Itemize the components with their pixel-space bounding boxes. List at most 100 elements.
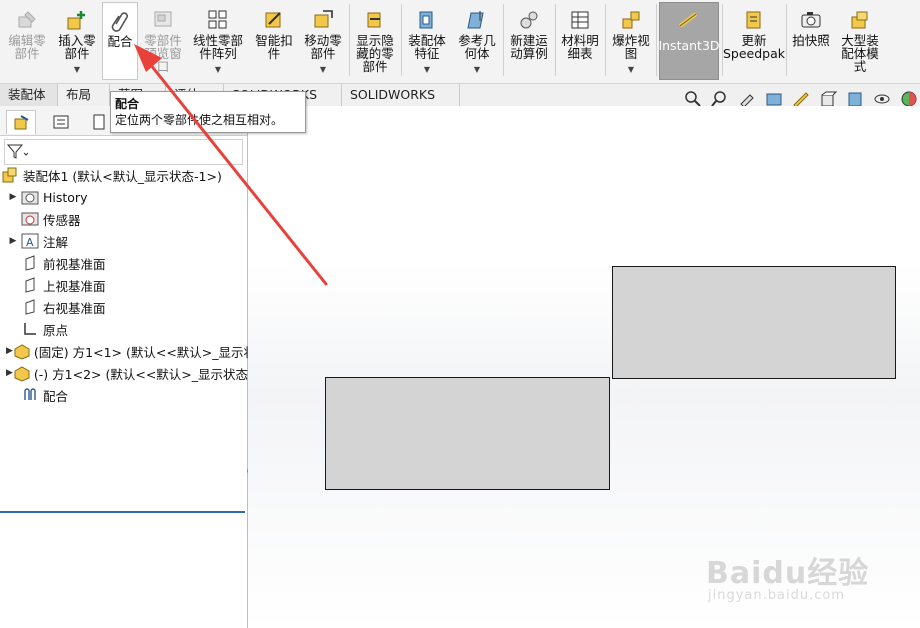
motion-study-icon <box>517 8 541 32</box>
show-hidden-button[interactable]: 显示隐 藏的零 部件 <box>352 2 398 80</box>
tree-item-sensors[interactable]: 传感器 <box>0 208 248 230</box>
chevron-down-icon[interactable]: ▼ <box>74 65 80 74</box>
update-speedpak-button[interactable]: 更新 Speedpak <box>723 2 785 80</box>
expand-arrow-icon[interactable]: ▶ <box>6 236 20 246</box>
preview-window-icon <box>151 8 175 32</box>
smart-fastener-icon <box>262 8 286 32</box>
edit-component-button[interactable]: 编辑零 部件 <box>4 2 50 80</box>
mate-tooltip: 配合 定位两个零部件使之相互相对。 <box>110 91 306 133</box>
snapshot-label: 拍快照 <box>792 33 830 48</box>
plane-icon <box>20 276 40 294</box>
assembly-features-button[interactable]: 装配体 特征 ▼ <box>404 2 450 80</box>
tree-item-label: 上视基准面 <box>43 278 106 294</box>
assembly-feature-icon <box>415 8 439 32</box>
svg-text:A: A <box>26 236 34 249</box>
tooltip-description: 定位两个零部件使之相互相对。 <box>115 113 284 127</box>
tree-item-top-plane[interactable]: 上视基准面 <box>0 274 248 296</box>
large-assembly-icon <box>848 8 872 32</box>
linear-pattern-button[interactable]: 线性零部 件阵列 ▼ <box>190 2 246 80</box>
chevron-down-icon[interactable]: ▼ <box>215 65 221 74</box>
tree-item-label: (-) 方1<2> (默认<<默认>_显示状态 <box>33 366 248 382</box>
mate-button[interactable]: 配合 <box>102 2 138 80</box>
tree-item-label: 前视基准面 <box>43 256 106 272</box>
sensor-icon <box>20 210 40 228</box>
tree-item-part-2[interactable]: ▶ (-) 方1<2> (默认<<默认>_显示状态 <box>0 362 248 384</box>
tab-assembly[interactable]: 装配体 <box>0 84 58 106</box>
component-block-1[interactable] <box>325 377 610 490</box>
linear-pattern-label: 线性零部 件阵列 <box>192 33 243 61</box>
exploded-view-button[interactable]: 爆炸视 图 ▼ <box>608 2 654 80</box>
tree-item-part-1[interactable]: ▶ (固定) 方1<1> (默认<<默认>_显示状 <box>0 340 248 362</box>
tab-layout[interactable]: 布局 <box>58 84 110 106</box>
move-component-icon <box>311 8 335 32</box>
tree-item-label: 右视基准面 <box>43 300 106 316</box>
chevron-down-icon[interactable]: ▼ <box>474 65 480 74</box>
bill-of-materials-label: 材料明 细表 <box>561 33 599 61</box>
tree-item-right-plane[interactable]: 右视基准面 <box>0 296 248 318</box>
tab-solidworks-mbd[interactable]: SOLIDWORKS MBD <box>342 84 460 123</box>
tree-root-label: 装配体1 (默认<默认_显示状态-1>) <box>23 168 222 184</box>
tree-filter[interactable] <box>4 139 243 165</box>
reference-geometry-button[interactable]: 参考几 何体 ▼ <box>454 2 500 80</box>
tree-item-history[interactable]: ▶ History <box>0 186 248 208</box>
watermark-brand: Baidu经验 <box>706 556 870 591</box>
baidu-watermark: Baidu经验 jingyan.baidu.com <box>706 548 906 618</box>
tree-item-annotations[interactable]: ▶ A 注解 <box>0 230 248 252</box>
ribbon-separator <box>349 4 350 76</box>
tree-item-front-plane[interactable]: 前视基准面 <box>0 252 248 274</box>
chevron-down-icon[interactable]: ▼ <box>320 65 326 74</box>
new-motion-study-label: 新建运 动算例 <box>510 33 548 61</box>
bom-icon <box>568 8 592 32</box>
instant3d-button[interactable]: Instant3D <box>658 2 720 80</box>
chevron-down-icon[interactable]: ▼ <box>628 65 634 74</box>
tree-end-marker <box>0 511 245 513</box>
feature-manager-tab-icon[interactable] <box>6 110 36 134</box>
feature-manager-panel: 装配体1 (默认<默认_显示状态-1>) ▶ History 传感器 ▶ A 注… <box>0 106 248 628</box>
ribbon-separator <box>401 4 402 76</box>
assembly-icon <box>0 166 20 184</box>
smart-fasteners-label: 智能扣 件 <box>255 33 293 61</box>
camera-icon <box>799 8 823 32</box>
insert-component-label: 插入零 部件 <box>58 33 96 61</box>
smart-fasteners-button[interactable]: 智能扣 件 <box>252 2 296 80</box>
mate-label: 配合 <box>107 34 133 49</box>
speedpak-icon <box>742 8 766 32</box>
annotation-icon: A <box>20 232 40 250</box>
component-preview-button[interactable]: 零部件 预览窗 口 <box>140 2 186 80</box>
insert-component-button[interactable]: 插入零 部件 ▼ <box>54 2 100 80</box>
plane-icon <box>20 298 40 316</box>
feature-tree: 装配体1 (默认<默认_显示状态-1>) ▶ History 传感器 ▶ A 注… <box>0 164 248 406</box>
new-motion-study-button[interactable]: 新建运 动算例 <box>506 2 552 80</box>
snapshot-button[interactable]: 拍快照 <box>789 2 833 80</box>
tree-root-assembly[interactable]: 装配体1 (默认<默认_显示状态-1>) <box>0 164 248 186</box>
command-manager-ribbon: 编辑零 部件 插入零 部件 ▼ 配合 零部件 预览窗 口 线性零部 件阵列 ▼ … <box>0 0 920 84</box>
filter-icon[interactable] <box>6 144 29 163</box>
tree-item-label: 配合 <box>43 388 69 404</box>
move-component-button[interactable]: 移动零 部件 ▼ <box>300 2 346 80</box>
insert-component-icon <box>65 8 89 32</box>
part-icon <box>13 364 31 382</box>
mates-icon <box>20 386 40 404</box>
expand-arrow-icon[interactable]: ▶ <box>6 346 13 356</box>
reference-geometry-label: 参考几 何体 <box>458 33 496 61</box>
expand-arrow-icon[interactable]: ▶ <box>6 192 20 202</box>
component-block-2[interactable] <box>612 266 896 379</box>
ribbon-separator <box>786 4 787 76</box>
tree-item-mates[interactable]: 配合 <box>0 384 248 406</box>
chevron-down-icon[interactable]: ▼ <box>424 65 430 74</box>
ribbon-separator <box>503 4 504 76</box>
plane-icon <box>20 254 40 272</box>
tree-item-label: 原点 <box>43 322 69 338</box>
property-manager-tab-icon[interactable] <box>46 110 76 134</box>
large-assembly-button[interactable]: 大型装 配体模 式 <box>836 2 884 80</box>
ribbon-separator <box>656 4 657 76</box>
bill-of-materials-button[interactable]: 材料明 细表 <box>558 2 602 80</box>
reference-geometry-icon <box>465 8 489 32</box>
show-hidden-icon <box>363 8 387 32</box>
expand-arrow-icon[interactable]: ▶ <box>6 368 13 378</box>
assembly-features-label: 装配体 特征 <box>408 33 446 61</box>
instant3d-label: Instant3D <box>658 38 720 53</box>
paperclip-icon <box>108 9 132 33</box>
tree-item-origin[interactable]: 原点 <box>0 318 248 340</box>
tree-item-label: 传感器 <box>43 212 81 228</box>
